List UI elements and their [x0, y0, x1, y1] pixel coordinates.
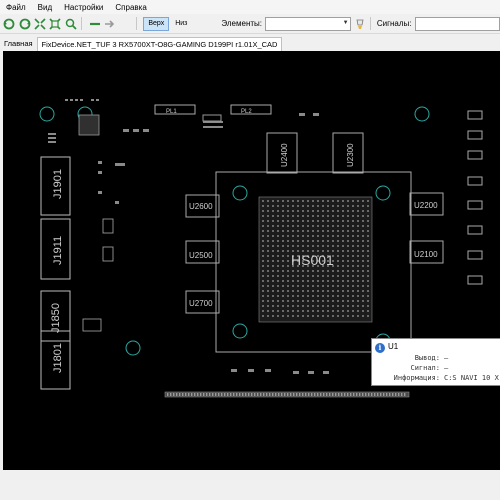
zoom-in-icon[interactable]	[34, 17, 46, 30]
memory-u2400[interactable]: U2400	[266, 132, 298, 174]
connector-j1801-label: J1801	[52, 343, 64, 373]
rotate-left-icon[interactable]	[3, 17, 15, 30]
tooltip-output-value: —	[444, 354, 449, 362]
connector-j1850-label: J1850	[50, 303, 62, 333]
memory-u2600-label: U2600	[189, 202, 213, 211]
rotate-right-icon[interactable]	[18, 17, 30, 30]
menu-settings[interactable]: Настройки	[58, 3, 109, 12]
connector-j1850[interactable]: J1850	[40, 290, 71, 342]
connector-j1901[interactable]: J1901	[40, 156, 71, 216]
side-top-toggle[interactable]: Верх	[143, 16, 170, 31]
menu-file[interactable]: Файл	[0, 3, 32, 12]
connector-pl1-label: PL1	[166, 109, 177, 115]
memory-u2700[interactable]: U2700	[185, 290, 220, 314]
tooltip-output-key: Вывод:	[414, 354, 440, 362]
side-bottom-toggle[interactable]: Низ	[171, 17, 191, 31]
zoom-out-icon[interactable]	[49, 17, 61, 30]
connector-j1801[interactable]: J1801	[40, 330, 71, 390]
toolbar-separator	[80, 17, 82, 30]
connector-pl2-label: PL2	[241, 109, 252, 115]
elements-label: Элементы:	[221, 19, 262, 28]
menu-help[interactable]: Справка	[109, 3, 152, 12]
memory-u2300-label: U2300	[346, 143, 355, 167]
signals-label: Сигналы:	[376, 19, 412, 28]
toolbar-separator	[136, 17, 138, 30]
mounting-holes	[39, 106, 439, 356]
board-canvas: J1901 J1911 J1850 J1801 HS001 U2600 U250…	[39, 99, 483, 398]
memory-u2600[interactable]: U2600	[185, 194, 220, 218]
tooltip-info-key: Информация:	[393, 374, 440, 382]
right-edge-components	[467, 110, 483, 285]
connector-pl1[interactable]: PL1	[154, 104, 196, 115]
connector-pl2[interactable]: PL2	[230, 104, 272, 115]
pcb-board-view[interactable]: J1901 J1911 J1850 J1801 HS001 U2600 U250…	[3, 51, 500, 470]
tooltip-signal-key: Сигнал:	[410, 364, 440, 372]
tab-bar: Главная FixDevice.NET_TUF 3 RX5700XT-O8G…	[0, 35, 500, 51]
memory-u2300[interactable]: U2300	[332, 132, 364, 174]
arrow-right-icon[interactable]	[104, 17, 116, 30]
memory-u2100-label: U2100	[414, 250, 438, 259]
gpu-package-hs001[interactable]: HS001	[215, 171, 412, 353]
connector-j1911-label: J1911	[52, 236, 64, 265]
toolbar: Верх Низ Элементы: ▼ Сигналы:	[0, 14, 500, 34]
link-icon[interactable]	[89, 17, 101, 30]
tooltip-info-value: C:S NAVI 10 X	[444, 374, 499, 382]
top-passive-components	[123, 113, 319, 132]
info-icon: i	[375, 343, 385, 353]
connector-j1911[interactable]: J1911	[40, 218, 71, 280]
memory-u2200-label: U2200	[414, 201, 438, 210]
memory-u2500[interactable]: U2500	[185, 240, 220, 264]
tab-home[interactable]: Главная	[0, 37, 37, 51]
memory-u2500-label: U2500	[189, 251, 213, 260]
fit-to-screen-icon[interactable]	[64, 17, 77, 30]
ic-block-left	[78, 114, 114, 332]
elements-combobox[interactable]: ▼	[265, 16, 351, 31]
memory-u2700-label: U2700	[189, 299, 213, 308]
signals-input[interactable]	[414, 16, 500, 31]
component-info-tooltip: i U1 Вывод: — Сигнал: — Информация: C:S …	[371, 338, 500, 386]
tab-board-file[interactable]: FixDevice.NET_TUF 3 RX5700XT-O8G-GAMING …	[36, 37, 283, 51]
gpu-hs001-label: HS001	[291, 252, 334, 268]
status-bar	[0, 470, 500, 500]
memory-u2100[interactable]: U2100	[409, 240, 444, 264]
menu-view[interactable]: Вид	[32, 3, 58, 12]
memory-u2400-label: U2400	[280, 143, 289, 167]
highlight-icon[interactable]	[354, 17, 366, 30]
pcie-edge-connector[interactable]	[164, 391, 410, 398]
tooltip-title: U1	[388, 342, 399, 351]
toolbar-separator	[369, 17, 371, 30]
tooltip-signal-value: —	[444, 364, 449, 372]
memory-u2200[interactable]: U2200	[409, 192, 444, 216]
connector-j1901-label: J1901	[52, 169, 64, 199]
chevron-down-icon: ▼	[342, 19, 349, 26]
menu-bar: Файл Вид Настройки Справка	[0, 0, 500, 14]
